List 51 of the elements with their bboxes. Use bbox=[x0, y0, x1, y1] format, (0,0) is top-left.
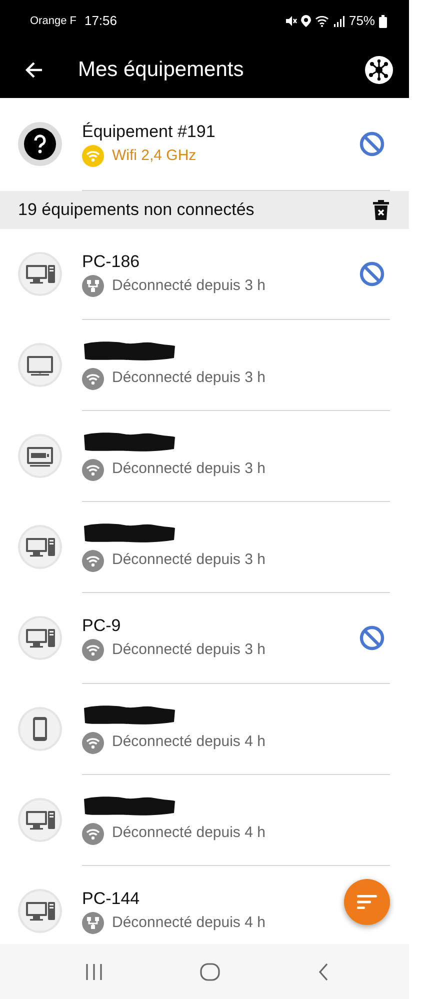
wifi-icon bbox=[82, 822, 104, 844]
home-icon bbox=[198, 960, 220, 982]
device-name: PC-144 bbox=[82, 888, 140, 909]
wifi-icon bbox=[82, 550, 104, 572]
connection-status: Déconnecté depuis 4 h bbox=[112, 732, 266, 752]
connection-status: Déconnecté depuis 4 h bbox=[112, 823, 266, 844]
location-icon bbox=[300, 15, 311, 27]
page-title: Mes équipements bbox=[78, 57, 244, 83]
connection-status: Déconnecté depuis 3 h bbox=[112, 550, 266, 570]
smartphone-icon bbox=[18, 707, 62, 751]
ethernet-icon bbox=[82, 275, 104, 298]
desktop-computer-icon bbox=[18, 252, 62, 296]
carrier-name: Orange F bbox=[30, 14, 76, 29]
desktop-computer-icon bbox=[18, 525, 62, 569]
device-name: PC-186 bbox=[82, 250, 140, 272]
block-icon[interactable] bbox=[359, 625, 385, 651]
mute-icon bbox=[284, 15, 297, 27]
sort-button[interactable] bbox=[344, 879, 390, 925]
tv-icon bbox=[18, 343, 62, 387]
wifi-icon bbox=[82, 458, 104, 480]
desktop-computer-icon bbox=[18, 798, 62, 842]
battery-icon bbox=[379, 14, 387, 28]
wifi-icon bbox=[314, 15, 329, 27]
desktop-computer-icon bbox=[18, 616, 62, 660]
question-icon bbox=[18, 122, 62, 166]
connection-status: Déconnecté depuis 4 h bbox=[112, 912, 266, 933]
connection-status: Déconnecté depuis 3 h bbox=[112, 459, 266, 480]
sort-icon bbox=[357, 895, 377, 909]
tv-box-icon bbox=[18, 434, 62, 478]
wifi-icon bbox=[82, 732, 104, 754]
connection-status: Déconnecté depuis 3 h bbox=[112, 276, 266, 296]
clock: 17:56 bbox=[84, 12, 118, 30]
wifi-icon bbox=[82, 145, 104, 168]
device-name: PC-9 bbox=[82, 614, 121, 636]
network-icon bbox=[365, 56, 393, 84]
device-name: Équipement #191 bbox=[82, 120, 216, 142]
connection-status: Déconnecté depuis 3 h bbox=[112, 368, 266, 388]
battery-percent: 75% bbox=[348, 12, 375, 30]
wifi-icon bbox=[82, 639, 104, 662]
desktop-computer-icon bbox=[18, 889, 62, 933]
block-icon[interactable] bbox=[359, 261, 385, 287]
ethernet-icon bbox=[82, 912, 104, 934]
trash-icon bbox=[373, 200, 389, 220]
back-arrow-icon bbox=[24, 60, 44, 80]
wifi-icon bbox=[82, 368, 104, 390]
connection-status: Déconnecté depuis 3 h bbox=[112, 640, 266, 660]
connection-status: Wifi 2,4 GHz bbox=[112, 146, 196, 166]
signal-icon bbox=[332, 15, 345, 27]
block-icon[interactable] bbox=[359, 131, 385, 157]
delete-button[interactable] bbox=[373, 200, 389, 220]
section-title: 19 équipements non connectés bbox=[18, 199, 254, 222]
